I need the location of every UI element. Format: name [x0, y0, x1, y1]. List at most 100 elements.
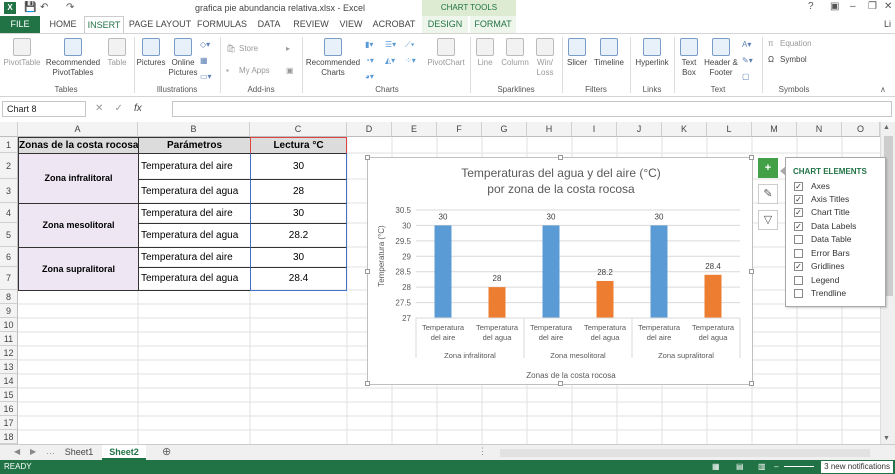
header-cell-lectura[interactable]: Lectura °C: [250, 137, 347, 154]
notifications-badge[interactable]: 3 new notifications: [821, 461, 893, 473]
checkbox[interactable]: [794, 289, 803, 298]
header-cell-zonas[interactable]: Zonas de la costa rocosa: [18, 137, 139, 154]
resize-handle[interactable]: [365, 381, 370, 386]
row-header[interactable]: 18: [0, 430, 18, 444]
column-header[interactable]: A: [18, 122, 138, 137]
row-header[interactable]: 8: [0, 290, 18, 304]
chart-area[interactable]: Temperaturas del agua y del aire (°C) po…: [365, 155, 754, 386]
row-header[interactable]: 16: [0, 402, 18, 416]
zone-cell[interactable]: Zona infralitoral: [18, 153, 139, 204]
zoom-slider[interactable]: [784, 466, 814, 467]
data-label[interactable]: 30: [655, 212, 664, 221]
recommended-pivottables-button[interactable]: Recommended PivotTables: [44, 38, 102, 78]
resize-handle[interactable]: [749, 155, 754, 160]
page-layout-view-icon[interactable]: ▤: [736, 460, 744, 474]
online-pictures-button[interactable]: Online Pictures: [168, 38, 198, 78]
resize-handle[interactable]: [365, 269, 370, 274]
value-cell[interactable]: 30: [250, 153, 347, 180]
row-header[interactable]: 12: [0, 346, 18, 360]
shapes-icon[interactable]: ◇▾: [200, 40, 210, 49]
new-sheet-icon[interactable]: ⊕: [162, 445, 171, 458]
value-cell[interactable]: 28.4: [250, 267, 347, 291]
scroll-sheets-left-icon[interactable]: ◀: [14, 447, 20, 456]
checkbox[interactable]: ✓: [794, 222, 803, 231]
zone-cell[interactable]: Zona supralitoral: [18, 247, 139, 291]
checkbox[interactable]: ✓: [794, 262, 803, 271]
tab-formulas[interactable]: FORMULAS: [196, 16, 248, 33]
user-name[interactable]: Li: [884, 19, 891, 29]
chart-title-line-1[interactable]: Temperaturas del agua y del aire (°C): [461, 166, 661, 180]
tab-acrobat[interactable]: ACROBAT: [370, 16, 418, 33]
tab-design[interactable]: DESIGN: [422, 16, 468, 33]
value-cell[interactable]: 30: [250, 247, 347, 268]
bar[interactable]: [704, 274, 722, 318]
checkbox[interactable]: ✓: [794, 182, 803, 191]
bar[interactable]: [542, 225, 560, 318]
column-header[interactable]: D: [347, 122, 392, 137]
tab-home[interactable]: HOME: [44, 16, 82, 33]
param-cell[interactable]: Temperatura del agua: [138, 267, 251, 291]
scroll-down-icon[interactable]: ▼: [883, 435, 890, 442]
close-icon[interactable]: ✕: [884, 1, 892, 12]
symbol-button[interactable]: Symbol: [780, 55, 807, 64]
tab-format[interactable]: FORMAT: [470, 16, 516, 33]
resize-handle[interactable]: [558, 381, 563, 386]
value-cell[interactable]: 28: [250, 179, 347, 204]
sheet-more-icon[interactable]: …: [46, 446, 55, 456]
page-break-view-icon[interactable]: ▥: [758, 460, 766, 474]
value-cell[interactable]: 28.2: [250, 223, 347, 248]
row-header[interactable]: 7: [0, 267, 18, 290]
tab-data[interactable]: DATA: [252, 16, 286, 33]
row-header[interactable]: 3: [0, 179, 18, 203]
row-header[interactable]: 6: [0, 247, 18, 267]
ribbon-display-icon[interactable]: ▣: [830, 1, 839, 12]
header-footer-button[interactable]: Header & Footer: [704, 38, 738, 78]
sheet-tab-sheet1[interactable]: Sheet1: [58, 445, 100, 460]
column-header[interactable]: F: [437, 122, 482, 137]
row-header[interactable]: 1: [0, 137, 18, 153]
bar[interactable]: [650, 225, 668, 318]
value-cell[interactable]: 30: [250, 203, 347, 224]
scatter-chart-icon[interactable]: ⁘▾: [405, 56, 416, 65]
resize-handle[interactable]: [365, 155, 370, 160]
chart-filters-button[interactable]: ▽: [758, 210, 778, 230]
signature-line-icon[interactable]: ✎▾: [742, 56, 753, 65]
param-cell[interactable]: Temperatura del aire: [138, 247, 251, 268]
horizontal-scrollbar[interactable]: [500, 449, 870, 457]
wordart-icon[interactable]: A▾: [742, 40, 751, 49]
data-label[interactable]: 28.4: [705, 262, 721, 271]
column-chart-icon[interactable]: ▮▾: [365, 40, 373, 49]
row-header[interactable]: 11: [0, 332, 18, 346]
checkbox[interactable]: [794, 249, 803, 258]
column-header[interactable]: H: [527, 122, 572, 137]
param-cell[interactable]: Temperatura del aire: [138, 203, 251, 224]
tab-review[interactable]: REVIEW: [290, 16, 332, 33]
column-header[interactable]: N: [797, 122, 842, 137]
data-label[interactable]: 28: [493, 274, 502, 283]
hyperlink-button[interactable]: Hyperlink: [632, 38, 672, 68]
column-header[interactable]: L: [707, 122, 752, 137]
pictures-button[interactable]: Pictures: [136, 38, 166, 68]
text-box-button[interactable]: Text Box: [676, 38, 702, 78]
tab-view[interactable]: VIEW: [336, 16, 366, 33]
row-header[interactable]: 17: [0, 416, 18, 430]
checkbox[interactable]: [794, 235, 803, 244]
zone-cell[interactable]: Zona mesolitoral: [18, 203, 139, 248]
data-label[interactable]: 30: [547, 212, 556, 221]
bar[interactable]: [596, 280, 614, 318]
area-chart-icon[interactable]: ◭▾: [385, 56, 395, 65]
bar[interactable]: [434, 225, 452, 318]
column-header[interactable]: M: [752, 122, 797, 137]
row-header[interactable]: 4: [0, 203, 18, 223]
restore-icon[interactable]: ❐: [868, 1, 877, 12]
resize-handle[interactable]: [558, 155, 563, 160]
symbol-icon[interactable]: Ω: [768, 55, 774, 64]
tab-insert[interactable]: INSERT: [84, 16, 124, 33]
cancel-icon[interactable]: ✕: [95, 103, 103, 114]
formula-input[interactable]: [172, 101, 892, 117]
tab-page-layout[interactable]: PAGE LAYOUT: [128, 16, 192, 33]
scroll-up-icon[interactable]: ▲: [883, 124, 890, 131]
checkbox[interactable]: ✓: [794, 195, 803, 204]
collapse-ribbon-icon[interactable]: ∧: [880, 85, 886, 94]
smartart-icon[interactable]: ▦: [200, 56, 208, 65]
